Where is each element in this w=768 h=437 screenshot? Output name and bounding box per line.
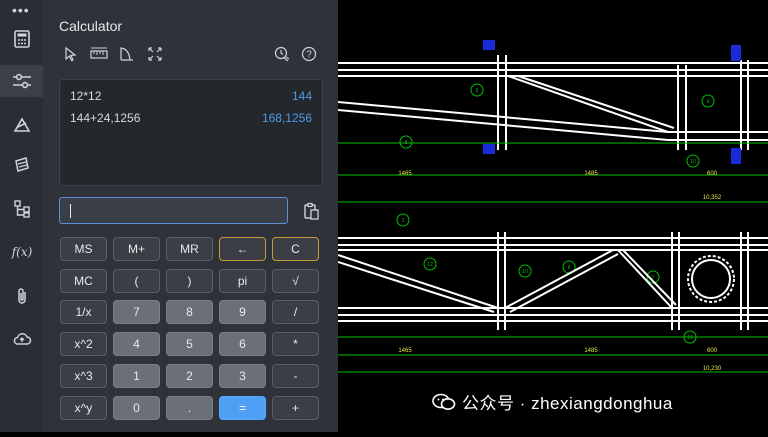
cloud-upload-icon[interactable] bbox=[10, 327, 34, 351]
digit-8-button[interactable]: 8 bbox=[166, 300, 213, 324]
svg-text:?: ? bbox=[306, 50, 312, 61]
callout-label: 8 bbox=[405, 140, 408, 146]
dimension-label: 10,352 bbox=[703, 195, 722, 201]
clear-button[interactable]: C bbox=[272, 237, 319, 261]
callout-label: 10 bbox=[690, 159, 696, 165]
history-row[interactable]: 144+24,1256 168,1256 bbox=[70, 111, 312, 125]
callout-label: 8 bbox=[568, 265, 571, 271]
cube-button[interactable]: x^3 bbox=[60, 364, 107, 388]
digit-6-button[interactable]: 6 bbox=[219, 332, 266, 356]
calculator-icon[interactable] bbox=[10, 27, 34, 51]
history-expression: 12*12 bbox=[70, 89, 102, 103]
calculator-panel: Calculator ? 12*12 144 144+24,1256 168,1… bbox=[43, 0, 338, 432]
draw-tool-icon[interactable] bbox=[10, 113, 34, 137]
history-result: 144 bbox=[291, 89, 312, 103]
digit-1-button[interactable]: 1 bbox=[113, 364, 160, 388]
dimension-label: 600 bbox=[707, 348, 718, 354]
dimension-label: 1485 bbox=[584, 171, 598, 177]
cad-drawing-canvas[interactable]: 6 6 8 10 1 12 10 8 7 11 1465 1485 600 10… bbox=[337, 0, 768, 432]
dimension-label: 1465 bbox=[398, 171, 412, 177]
history-clock-icon[interactable] bbox=[272, 44, 292, 64]
dimension-label: 1485 bbox=[584, 348, 598, 354]
watermark-text: 公众号 · zhexiangdonghua bbox=[462, 394, 673, 413]
digit-7-button[interactable]: 7 bbox=[113, 300, 160, 324]
expand-icon[interactable] bbox=[145, 44, 165, 64]
digit-4-button[interactable]: 4 bbox=[113, 332, 160, 356]
attachment-icon[interactable] bbox=[10, 284, 34, 308]
history-display: 12*12 144 144+24,1256 168,1256 bbox=[59, 79, 323, 186]
measure-angle-icon[interactable] bbox=[117, 44, 137, 64]
help-icon[interactable]: ? bbox=[299, 44, 319, 64]
select-cursor-icon[interactable] bbox=[61, 44, 81, 64]
memory-recall-button[interactable]: MR bbox=[166, 237, 213, 261]
dimension-label: 600 bbox=[707, 171, 718, 177]
backspace-button[interactable]: ← bbox=[219, 237, 266, 261]
sliders-icon[interactable] bbox=[0, 65, 43, 97]
wechat-icon bbox=[432, 393, 456, 410]
decimal-button[interactable]: . bbox=[166, 396, 213, 420]
add-button[interactable]: + bbox=[272, 396, 319, 420]
layers-icon[interactable] bbox=[10, 153, 34, 177]
measure-distance-icon[interactable] bbox=[89, 44, 109, 64]
callout-label: 10 bbox=[522, 269, 528, 275]
callout-label: 6 bbox=[707, 99, 710, 105]
subtract-button[interactable]: - bbox=[272, 364, 319, 388]
divide-button[interactable]: / bbox=[272, 300, 319, 324]
close-paren-button[interactable]: ) bbox=[166, 269, 213, 293]
tree-structure-icon[interactable] bbox=[10, 197, 34, 221]
panel-title: Calculator bbox=[59, 18, 123, 34]
callout-label: 12 bbox=[427, 262, 433, 268]
history-row[interactable]: 12*12 144 bbox=[70, 89, 312, 103]
dimension-label: 1465 bbox=[398, 348, 412, 354]
digit-0-button[interactable]: 0 bbox=[113, 396, 160, 420]
reciprocal-button[interactable]: 1/x bbox=[60, 300, 107, 324]
digit-3-button[interactable]: 3 bbox=[219, 364, 266, 388]
memory-add-button[interactable]: M+ bbox=[113, 237, 160, 261]
text-caret bbox=[70, 204, 71, 218]
dimension-label: 10,230 bbox=[703, 366, 722, 372]
memory-clear-button[interactable]: MC bbox=[60, 269, 107, 293]
equals-button[interactable]: = bbox=[219, 396, 266, 420]
history-expression: 144+24,1256 bbox=[70, 111, 141, 125]
digit-9-button[interactable]: 9 bbox=[219, 300, 266, 324]
memory-store-button[interactable]: MS bbox=[60, 237, 107, 261]
digit-2-button[interactable]: 2 bbox=[166, 364, 213, 388]
history-result: 168,1256 bbox=[261, 111, 312, 125]
open-paren-button[interactable]: ( bbox=[113, 269, 160, 293]
truss-drawing: 6 6 8 10 1 12 10 8 7 11 1465 1485 600 10… bbox=[337, 40, 768, 373]
power-button[interactable]: x^y bbox=[60, 396, 107, 420]
paste-clipboard-icon[interactable] bbox=[301, 201, 321, 221]
square-button[interactable]: x^2 bbox=[60, 332, 107, 356]
callout-label: 1 bbox=[402, 218, 405, 224]
multiply-button[interactable]: * bbox=[272, 332, 319, 356]
more-icon[interactable]: ••• bbox=[12, 2, 30, 18]
watermark: 公众号 · zhexiangdonghua bbox=[432, 389, 673, 414]
callout-label: 6 bbox=[476, 88, 479, 94]
sqrt-button[interactable]: √ bbox=[272, 269, 319, 293]
callout-label: 11 bbox=[687, 335, 692, 341]
expression-input[interactable] bbox=[59, 197, 288, 224]
digit-5-button[interactable]: 5 bbox=[166, 332, 213, 356]
function-icon[interactable]: f(x) bbox=[10, 240, 34, 264]
left-rail: ••• f(x) bbox=[0, 0, 43, 432]
pi-button[interactable]: pi bbox=[219, 269, 266, 293]
